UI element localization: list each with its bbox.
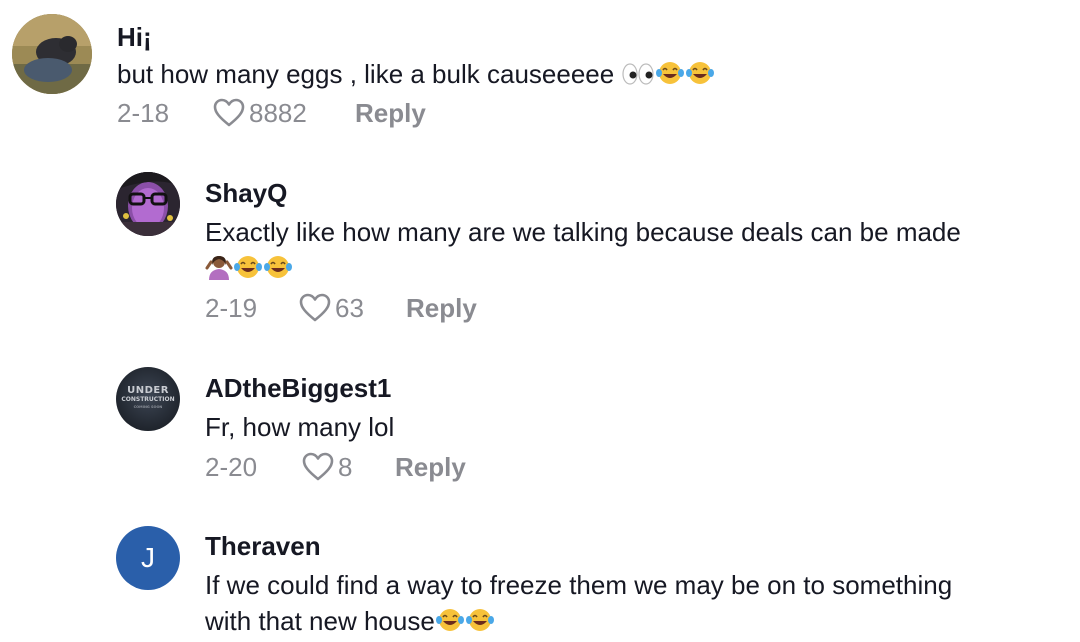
comment-username[interactable]: ShayQ xyxy=(205,178,287,208)
comment-text-line-1: If we could find a way to freeze them we… xyxy=(205,570,953,600)
like-button[interactable]: 8882 xyxy=(213,96,307,130)
like-count: 8882 xyxy=(249,98,307,128)
like-count: 63 xyxy=(335,293,364,323)
user-avatar[interactable]: J xyxy=(116,526,180,590)
comment-date: 2-19 xyxy=(205,293,258,323)
like-count: 8 xyxy=(338,452,353,482)
avatar-text-construction: CONSTRUCTION xyxy=(121,396,175,403)
comment-date: 2-20 xyxy=(205,452,258,482)
comment-username[interactable]: Hi¡ xyxy=(117,22,152,52)
comment-date: 2-18 xyxy=(117,98,170,128)
comment-text-line-2: with that new house xyxy=(205,606,435,636)
comment-meta: 2-20 8 Reply xyxy=(205,450,605,484)
comment-text-line-2-row: with that new house xyxy=(205,603,495,639)
user-avatar[interactable]: UNDER CONSTRUCTION COMING SOON xyxy=(116,367,180,431)
reply-button[interactable]: Reply xyxy=(406,291,477,325)
tears-of-joy-emoji-icon xyxy=(263,254,293,280)
tears-of-joy-emoji-icon xyxy=(435,607,465,633)
tears-of-joy-emoji-icon xyxy=(233,254,263,280)
avatar-image xyxy=(12,14,92,94)
user-avatar[interactable] xyxy=(116,172,180,236)
reply-button[interactable]: Reply xyxy=(355,96,426,130)
comment-text: Fr, how many lol xyxy=(205,412,395,442)
comment-meta: 2-18 8882 Reply xyxy=(117,96,517,130)
comment-text: but how many eggs , like a bulk causeeee… xyxy=(117,59,615,89)
reply-button[interactable]: Reply xyxy=(395,450,466,484)
comment-meta: 2-19 63 Reply xyxy=(205,291,605,325)
comment-username[interactable]: Theraven xyxy=(205,531,321,561)
comment-text-row: but how many eggs , like a bulk causeeee… xyxy=(117,56,715,92)
eyes-emoji-icon xyxy=(621,62,655,86)
heart-icon xyxy=(213,98,245,127)
avatar-text-coming-soon: COMING SOON xyxy=(133,405,163,409)
user-avatar[interactable] xyxy=(12,14,92,94)
heart-icon xyxy=(299,293,331,322)
tears-of-joy-emoji-icon xyxy=(685,60,715,86)
shrug-emoji-icon xyxy=(205,254,233,280)
like-button[interactable]: 8 xyxy=(302,450,352,484)
avatar-text-under: UNDER xyxy=(127,385,169,396)
comment-emoji-row xyxy=(205,250,293,286)
comment-username[interactable]: ADtheBiggest1 xyxy=(205,373,391,403)
heart-icon xyxy=(302,452,334,481)
like-button[interactable]: 63 xyxy=(299,291,364,325)
avatar-initial: J xyxy=(141,542,155,573)
tears-of-joy-emoji-icon xyxy=(655,60,685,86)
comment-text: Exactly like how many are we talking bec… xyxy=(205,217,961,247)
avatar-image xyxy=(116,172,180,236)
tears-of-joy-emoji-icon xyxy=(465,607,495,633)
